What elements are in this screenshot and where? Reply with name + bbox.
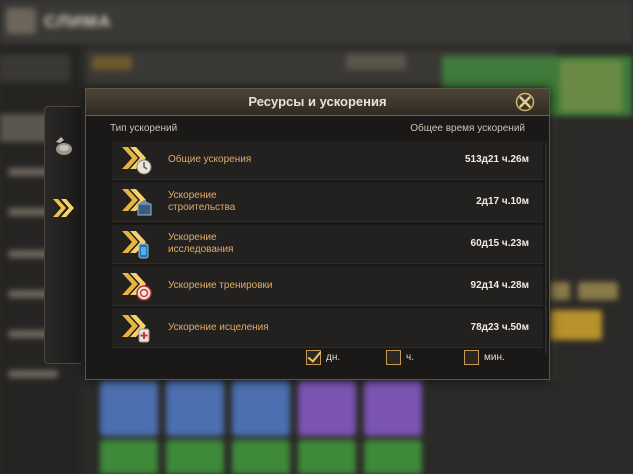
background-button [92, 56, 132, 70]
dialog-side-tabs [44, 106, 81, 364]
background-item-tile [100, 380, 158, 436]
speedup-label: Ускорение исцеления [168, 322, 269, 333]
days-checkbox[interactable] [306, 349, 321, 365]
background-item-tile [364, 440, 422, 474]
speedup-label: Ускорение тренировки [168, 280, 273, 291]
list-item: Общие ускорения 513д21 ч.26м [112, 141, 543, 180]
minutes-checkbox[interactable] [464, 349, 479, 365]
speedups-tab[interactable] [50, 195, 76, 221]
background-sidebar-item [8, 370, 58, 378]
speedup-time: 92д14 ч.28м [470, 280, 529, 291]
background-item-tile [298, 380, 356, 436]
speedup-time: 513д21 ч.26м [464, 154, 529, 165]
speedup-time: 60д15 ч.23м [470, 238, 529, 249]
dialog-title: Ресурсы и ускорения [248, 94, 387, 109]
speedup-label: Общие ускорения [168, 154, 252, 165]
speedup-chevrons-icon [53, 199, 74, 217]
background-promo-image [560, 60, 622, 112]
background-action-button [548, 310, 602, 340]
list-item: Ускорение тренировки 92д14 ч.28м [112, 267, 543, 306]
column-header-type: Тип ускорений [110, 123, 178, 134]
list-item: Ускорение исцеления 78д23 ч.50м [112, 309, 543, 348]
training-speedup-icon [122, 273, 152, 301]
hours-label: ч. [406, 351, 414, 363]
unit-minutes-option[interactable]: мин. [464, 348, 505, 366]
resources-speedups-dialog: Ресурсы и ускорения Тип ускорений Общее … [85, 88, 550, 380]
background-button [346, 54, 406, 70]
background-title: СЛИМА [44, 12, 112, 31]
background-item-tile [100, 440, 158, 474]
background-item-tile [364, 380, 422, 436]
background-button [578, 282, 618, 300]
close-icon[interactable] [515, 92, 535, 112]
days-label: дн. [326, 351, 341, 363]
research-speedup-icon [122, 231, 149, 259]
background-logo-icon [6, 8, 36, 34]
speedup-label: Ускорение исследования [168, 232, 234, 255]
background-item-tile [232, 440, 290, 474]
background-header: СЛИМА [0, 0, 633, 44]
list-scrollbar[interactable] [545, 143, 547, 353]
building-speedup-icon [122, 189, 152, 216]
unit-days-option[interactable]: дн. [306, 348, 340, 366]
hours-checkbox[interactable] [386, 349, 401, 365]
speedup-time: 78д23 ч.50м [470, 322, 529, 333]
unit-hours-option[interactable]: ч. [386, 348, 414, 366]
resource-bag-icon [56, 137, 72, 155]
speedup-list[interactable]: Общие ускорения 513д21 ч.26м Ускорение с… [112, 141, 543, 357]
background-item-tile [166, 380, 224, 436]
list-item: Ускорение исследования 60д15 ч.23м [112, 225, 543, 264]
background-sidebar-item [0, 54, 70, 82]
background-button [548, 282, 570, 300]
speedup-label: Ускорение строительства [168, 190, 236, 213]
list-item: Ускорение строительства 2д17 ч.10м [112, 183, 543, 222]
speedup-time: 2д17 ч.10м [476, 196, 529, 207]
general-speedup-icon [122, 147, 152, 175]
minutes-label: мин. [484, 351, 505, 363]
background-item-tile [232, 380, 290, 436]
healing-speedup-icon [122, 315, 150, 343]
dialog-titlebar: Ресурсы и ускорения [86, 89, 549, 116]
column-header-total-time: Общее время ускорений [410, 123, 525, 134]
background-item-tile [298, 440, 356, 474]
background-item-tile [166, 440, 224, 474]
resources-tab[interactable] [50, 133, 76, 159]
